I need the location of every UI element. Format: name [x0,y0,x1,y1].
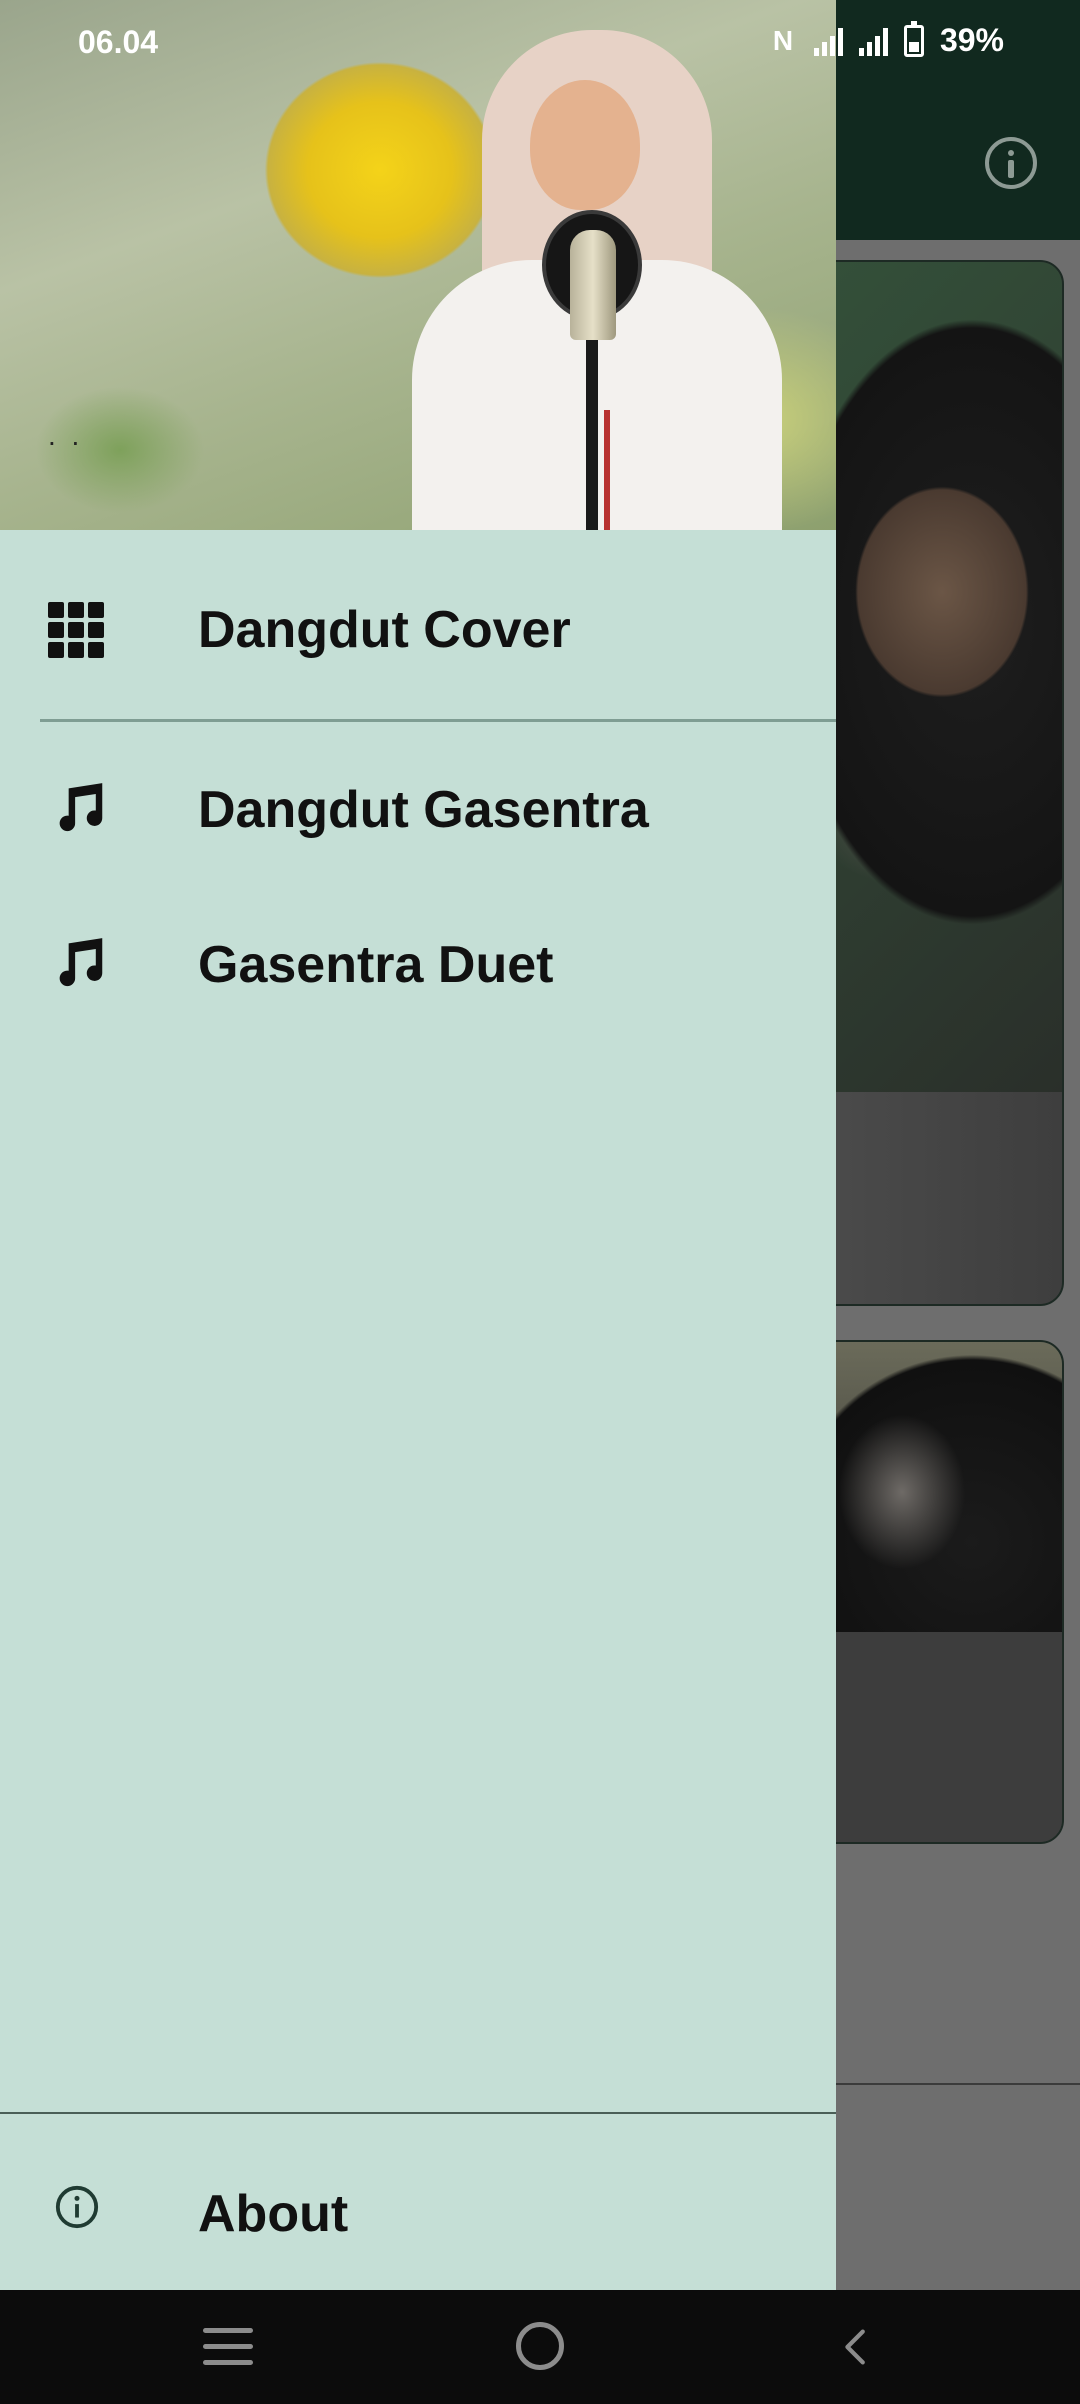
menu-item-label: About [198,2185,349,2243]
menu-item-about[interactable]: About [0,2154,836,2274]
signal-icon [858,26,888,56]
navigation-drawer: . . Dangdut Cover Dangdut Gasentra Gasen… [0,0,836,2290]
system-nav-bar [0,2290,1080,2404]
menu-item-dangdut-cover[interactable]: Dangdut Cover [0,570,836,690]
music-note-icon [59,783,103,832]
back-icon[interactable] [834,2324,880,2370]
battery-percentage: 39% [939,22,1004,58]
battery-icon [903,20,924,57]
grid-icon [48,602,104,658]
nfc-icon: N [772,24,794,56]
singer-photo [412,30,782,530]
status-icons: N 39% [768,20,1004,59]
music-note-icon [59,938,103,987]
header-caption: . . [48,420,84,451]
menu-item-label: Gasentra Duet [198,936,554,994]
info-icon[interactable] [985,137,1037,189]
menu-item-label: Dangdut Gasentra [198,781,649,839]
menu-divider [40,719,836,722]
status-bar: 06.04 N 39% [0,0,1080,88]
info-icon [55,2185,99,2229]
footer-divider [0,2112,836,2114]
menu-item-label: Dangdut Cover [198,601,571,659]
home-icon[interactable] [516,2322,564,2370]
menu-item-gasentra-duet[interactable]: Gasentra Duet [0,905,836,1025]
signal-icon [813,26,843,56]
status-time: 06.04 [78,24,159,60]
recent-apps-icon[interactable] [203,2328,253,2366]
menu-item-dangdut-gasentra[interactable]: Dangdut Gasentra [0,750,836,870]
